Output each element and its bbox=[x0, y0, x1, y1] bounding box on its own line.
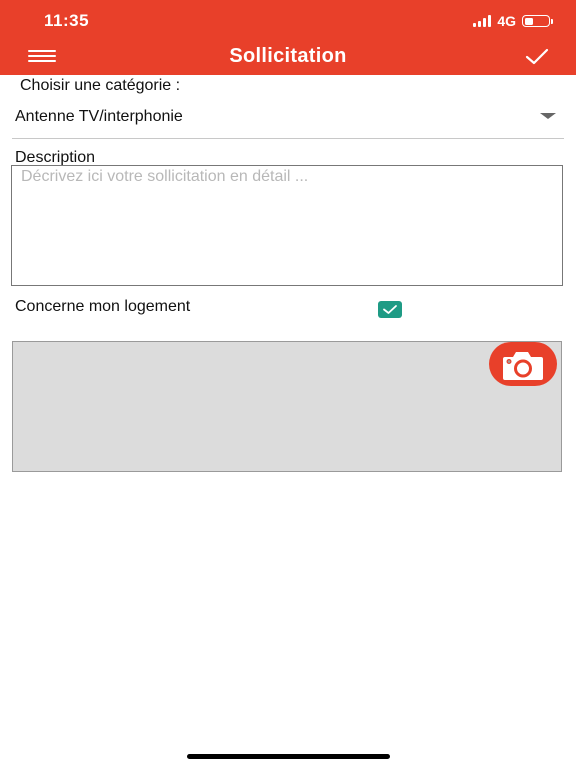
camera-icon bbox=[503, 352, 543, 380]
network-type: 4G bbox=[497, 13, 516, 29]
status-indicators: 4G bbox=[473, 13, 553, 29]
category-select[interactable]: Antenne TV/interphonie bbox=[12, 100, 564, 139]
checkmark-icon bbox=[383, 305, 397, 314]
battery-level bbox=[524, 17, 534, 25]
camera-button[interactable] bbox=[489, 342, 557, 386]
description-input[interactable] bbox=[11, 165, 563, 286]
category-label: Choisir une catégorie : bbox=[20, 77, 181, 94]
app-header: 11:35 4G Sollicitation bbox=[0, 0, 576, 75]
home-indicator bbox=[187, 754, 390, 759]
check-icon[interactable] bbox=[525, 46, 549, 66]
battery-icon bbox=[522, 15, 553, 27]
category-value: Antenne TV/interphonie bbox=[15, 108, 183, 125]
housing-checkbox[interactable] bbox=[378, 301, 402, 318]
page-title: Sollicitation bbox=[229, 45, 347, 67]
dropdown-arrow-icon bbox=[540, 113, 556, 119]
housing-label: Concerne mon logement bbox=[15, 298, 191, 315]
photo-area[interactable] bbox=[12, 341, 562, 472]
signal-icon bbox=[473, 15, 492, 27]
status-time: 11:35 bbox=[44, 11, 90, 30]
